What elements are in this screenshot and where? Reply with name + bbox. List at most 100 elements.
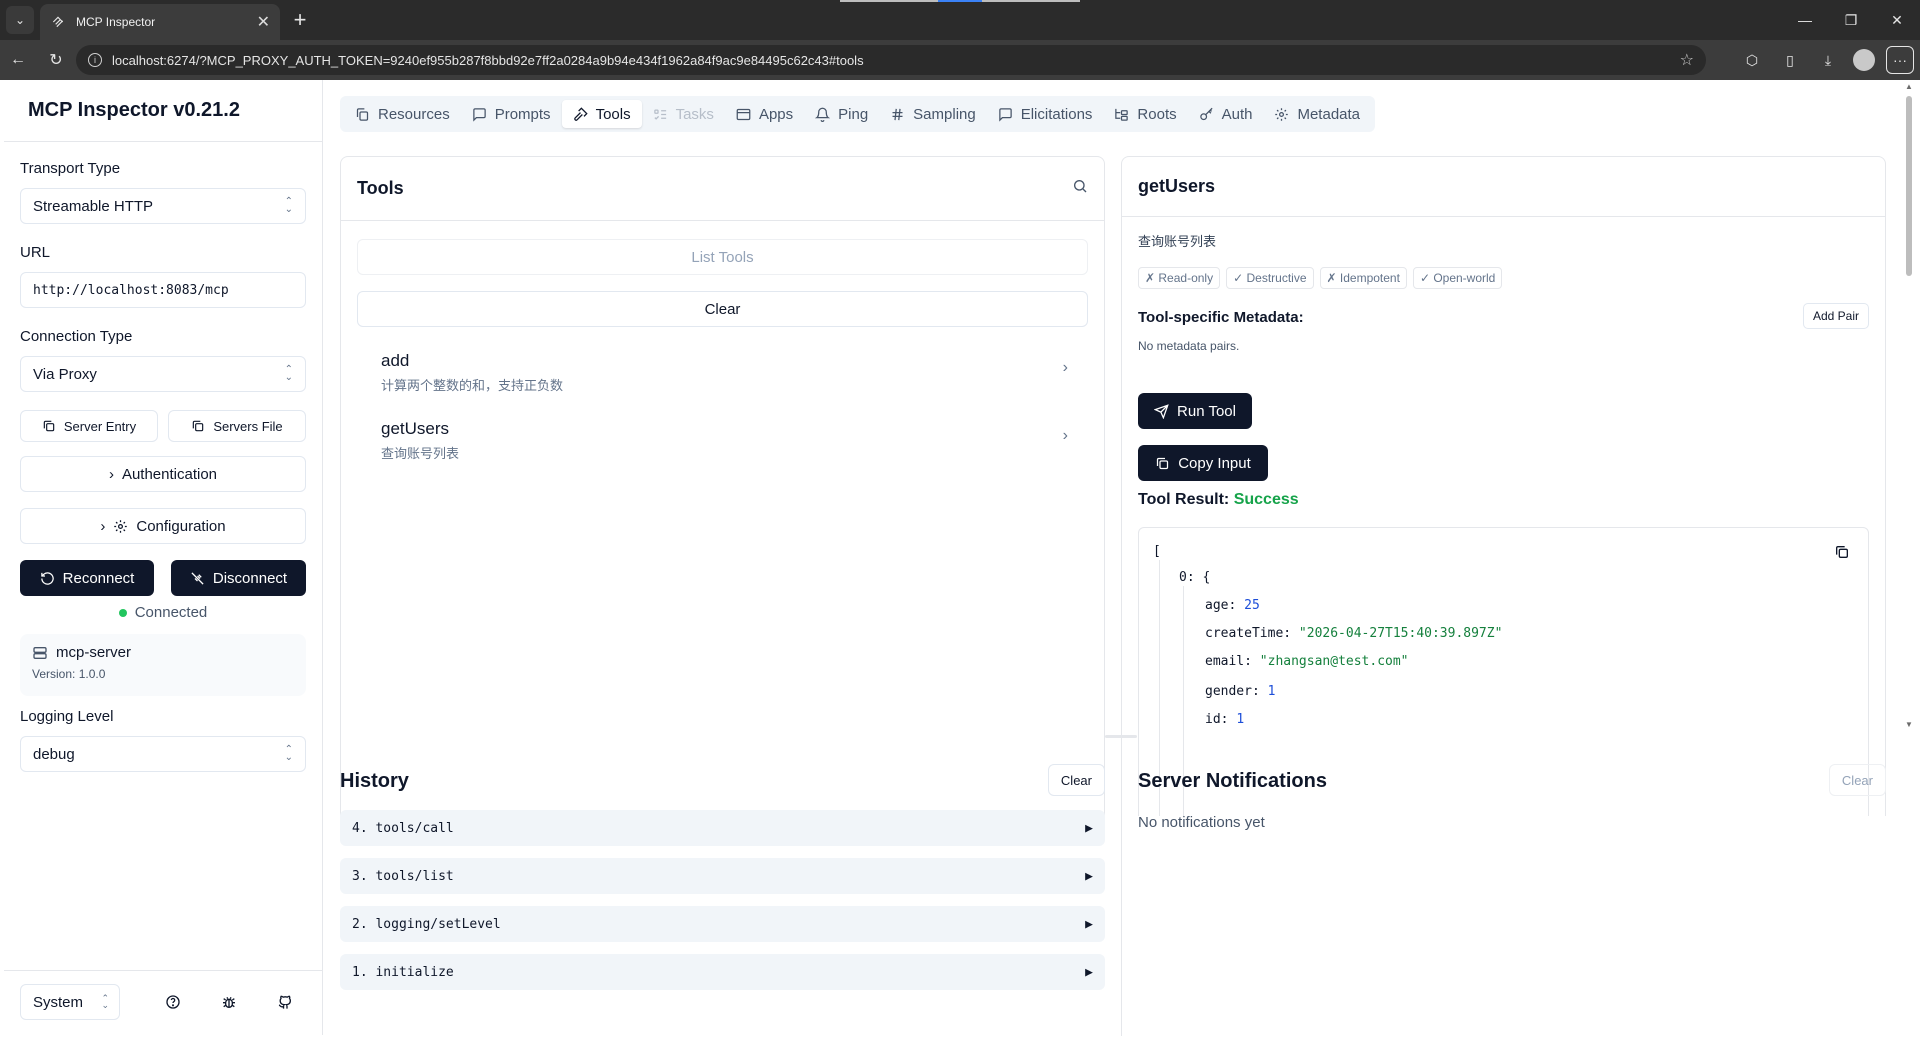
tab-label: Sampling [913, 105, 976, 123]
address-url[interactable]: localhost:6274/?MCP_PROXY_AUTH_TOKEN=924… [112, 53, 1680, 68]
copy-icon [193, 420, 204, 432]
download-icon[interactable]: ⤓ [1814, 46, 1842, 74]
metadata-title: Tool-specific Metadata: [1138, 309, 1304, 326]
server-version: Version: 1.0.0 [32, 667, 106, 681]
list-tools-button[interactable]: List Tools [357, 239, 1088, 275]
send-icon [1154, 403, 1169, 419]
close-icon[interactable]: ✕ [257, 12, 270, 32]
chevron-right-icon: › [100, 517, 106, 535]
copy-input-button[interactable]: Copy Input [1138, 445, 1268, 481]
gear-icon [1275, 107, 1289, 121]
configuration-label: Configuration [136, 517, 226, 535]
split-view-icon[interactable]: ▯ [1776, 46, 1804, 74]
info-icon[interactable]: i [88, 53, 102, 67]
scroll-up-icon[interactable]: ▲ [1905, 82, 1913, 91]
app-root: MCP Inspector v0.21.2 Transport Type Str… [0, 80, 1920, 1040]
window-close-icon[interactable]: ✕ [1874, 0, 1920, 40]
logging-level-select[interactable]: debug ⌃ ⌄ [20, 736, 306, 772]
history-item[interactable]: 3. tools/list ▶ [340, 858, 1105, 894]
add-pair-button[interactable]: Add Pair [1802, 303, 1869, 329]
json-value: 25 [1244, 598, 1260, 613]
sidebar-footer: System ⌃ ⌄ [4, 970, 323, 1035]
tab-prompts[interactable]: Prompts [461, 100, 562, 128]
history-item-label: 2. logging/setLevel [352, 916, 501, 932]
mcp-logo-icon [50, 14, 66, 30]
scroll-down-icon[interactable]: ▼ [1905, 720, 1913, 729]
json-value: "2026-04-27T15:40:39.897Z" [1298, 626, 1503, 641]
bell-icon [815, 107, 831, 122]
more-menu-icon[interactable]: ··· [1886, 46, 1914, 74]
server-entry-button[interactable]: Server Entry [20, 410, 158, 442]
tab-tasks[interactable]: Tasks [642, 100, 725, 128]
tab-tools[interactable]: Tools [561, 100, 642, 128]
tab-elicitations[interactable]: Elicitations [987, 100, 1104, 128]
notifications-clear-button[interactable]: Clear [1828, 764, 1886, 796]
address-bar[interactable]: i localhost:6274/?MCP_PROXY_AUTH_TOKEN=9… [76, 45, 1706, 75]
tab-ping[interactable]: Ping [804, 100, 879, 128]
theme-select[interactable]: System ⌃ ⌄ [20, 984, 120, 1020]
reconnect-button[interactable]: Reconnect [20, 560, 154, 596]
search-icon[interactable] [1072, 178, 1088, 199]
history-item[interactable]: 4. tools/call ▶ [340, 810, 1105, 846]
bookmark-star-icon[interactable]: ☆ [1680, 50, 1694, 70]
browser-tab[interactable]: MCP Inspector ✕ [40, 4, 280, 40]
tab-label: Metadata [1297, 105, 1361, 123]
tool-detail-description: 查询账号列表 [1138, 234, 1217, 249]
restore-icon[interactable]: ❐ [1828, 0, 1874, 40]
run-tool-button[interactable]: Run Tool [1138, 393, 1252, 429]
tools-panel-header: Tools [341, 157, 1104, 221]
tool-item-getusers[interactable]: getUsers 查询账号列表 › [357, 411, 1088, 469]
history-item[interactable]: 2. logging/setLevel ▶ [340, 906, 1105, 942]
transport-type-select[interactable]: Streamable HTTP ⌃ ⌄ [20, 188, 306, 224]
notifications-empty-text: No notifications yet [1138, 814, 1265, 831]
profile-avatar[interactable] [1850, 46, 1878, 74]
tab-metadata[interactable]: Metadata [1263, 100, 1371, 128]
github-icon[interactable] [274, 991, 296, 1013]
scrollbar-thumb[interactable] [1906, 96, 1912, 276]
authentication-toggle[interactable]: › Authentication [20, 456, 306, 492]
url-input[interactable]: http://localhost:8083/mcp [20, 272, 306, 308]
clear-tools-button[interactable]: Clear [357, 291, 1088, 327]
servers-file-button[interactable]: Servers File [168, 410, 306, 442]
tab-apps[interactable]: Apps [725, 100, 804, 128]
help-icon[interactable] [162, 991, 184, 1013]
tab-resources[interactable]: Resources [344, 100, 461, 128]
minimize-icon[interactable]: — [1782, 0, 1828, 40]
tab-label: Roots [1137, 105, 1177, 123]
json-index-key: 0: [1179, 570, 1195, 585]
tabs-bar: Resources Prompts Tools Tasks Apps Ping [340, 96, 1376, 132]
tab-label: Elicitations [1020, 105, 1093, 123]
history-item-label: 1. initialize [352, 964, 454, 980]
back-icon[interactable]: ← [4, 46, 32, 74]
tab-auth[interactable]: Auth [1188, 100, 1264, 128]
json-key: gender: [1205, 684, 1260, 699]
server-icon [33, 646, 47, 659]
play-icon: ▶ [1085, 964, 1093, 980]
connection-type-select[interactable]: Via Proxy ⌃ ⌄ [20, 356, 306, 392]
tool-item-add[interactable]: add 计算两个整数的和，支持正负数 › [357, 343, 1088, 401]
browser-toolbar: ← ↻ i localhost:6274/?MCP_PROXY_AUTH_TOK… [0, 40, 1920, 80]
disconnect-button[interactable]: Disconnect [171, 560, 306, 596]
vertical-scrollbar[interactable]: ▲ ▼ [1902, 80, 1916, 736]
tab-sampling[interactable]: Sampling [879, 100, 987, 128]
logging-level-label: Logging Level [20, 708, 114, 725]
chevron-right-icon: › [108, 465, 114, 483]
tab-search-button[interactable]: ⌄ [6, 6, 34, 34]
tool-result-status: Success [1233, 491, 1299, 508]
bug-icon[interactable] [218, 991, 240, 1013]
tab-label: Resources [378, 105, 450, 123]
configuration-toggle[interactable]: › Configuration [20, 508, 306, 544]
tool-description: 计算两个整数的和，支持正负数 [381, 378, 564, 393]
reload-icon[interactable]: ↻ [42, 46, 70, 74]
browser-tab-title: MCP Inspector [76, 15, 156, 29]
history-item[interactable]: 1. initialize ▶ [340, 954, 1105, 990]
extensions-icon[interactable]: ⬡ [1738, 46, 1766, 74]
new-tab-button[interactable]: + [288, 7, 312, 32]
json-field-row: email: "zhangsan@test.com" [1205, 654, 1409, 669]
transport-type-value: Streamable HTTP [33, 197, 154, 215]
server-info-card: mcp-server Version: 1.0.0 [20, 634, 306, 696]
rotate-ccw-icon [40, 571, 54, 585]
history-clear-button[interactable]: Clear [1047, 764, 1105, 796]
copy-icon[interactable] [1834, 544, 1852, 562]
tab-roots[interactable]: Roots [1103, 100, 1187, 128]
